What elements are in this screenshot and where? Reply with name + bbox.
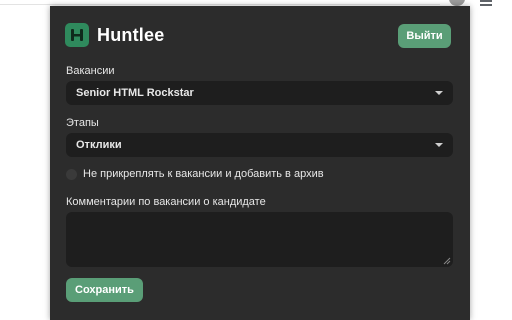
popup-header: Huntlee (65, 22, 164, 48)
comment-label: Комментарии по вакансии о кандидате (66, 196, 266, 208)
vacancy-select[interactable]: Senior HTML Rockstar (66, 81, 453, 105)
chevron-down-icon (435, 143, 443, 147)
vacancy-selected-value: Senior HTML Rockstar (76, 87, 194, 99)
chevron-down-icon (435, 91, 443, 95)
comment-textarea[interactable] (66, 212, 453, 267)
vacancy-label: Вакансии (66, 65, 115, 77)
save-button[interactable]: Сохранить (66, 278, 143, 302)
brand-name: Huntlee (97, 24, 165, 45)
browser-menu-icon[interactable] (480, 0, 494, 6)
archive-checkbox[interactable] (66, 168, 77, 180)
address-bar-edge (0, 4, 440, 5)
logout-button[interactable]: Выйти (398, 24, 451, 48)
stage-select[interactable]: Отклики (66, 133, 453, 157)
archive-checkbox-label: Не прикреплять к вакансии и добавить в а… (83, 168, 324, 180)
extension-popup: Huntlee Выйти Вакансии Senior HTML Rocks… (50, 6, 470, 320)
resize-grip-icon[interactable] (443, 257, 451, 265)
archive-option[interactable]: Не прикреплять к вакансии и добавить в а… (66, 168, 324, 180)
stage-selected-value: Отклики (76, 139, 122, 151)
huntlee-logo-icon (65, 23, 89, 47)
stage-label: Этапы (66, 117, 99, 129)
